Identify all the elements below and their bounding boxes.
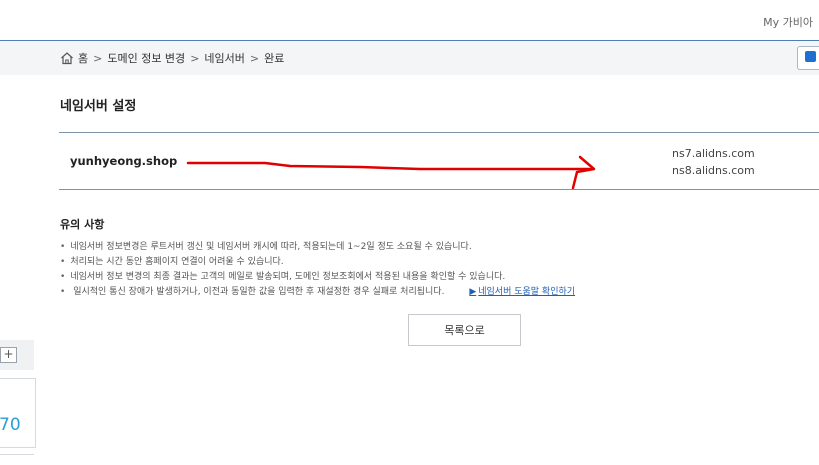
my-gabia-link[interactable]: My 가비아 bbox=[763, 14, 813, 30]
domain-name: yunhyeong.shop bbox=[70, 154, 178, 168]
breadcrumb-item-nameserver[interactable]: 네임서버 bbox=[204, 50, 244, 66]
page-title: 네임서버 설정 bbox=[60, 99, 137, 114]
top-bar: My 가비아 bbox=[0, 0, 819, 41]
nameserver-2: ns8.alidns.com bbox=[672, 164, 755, 177]
breadcrumb: 홈 > 도메인 정보 변경 > 네임서버 > 완료 bbox=[60, 50, 284, 66]
sidebar-plus-panel: + bbox=[0, 340, 34, 370]
corner-checkbox-button[interactable] bbox=[797, 46, 819, 70]
notice-item: 네임서버 정보변경은 루트서버 갱신 및 네임서버 캐시에 따라, 적용되는데 … bbox=[60, 240, 575, 255]
breadcrumb-separator: > bbox=[93, 51, 103, 65]
breadcrumb-separator: > bbox=[249, 51, 260, 65]
notice-item: 네임서버 정보 변경의 최종 결과는 고객의 메일로 발송되며, 도메인 정보조… bbox=[60, 270, 575, 285]
nameserver-help-link[interactable]: ▶ 네임서버 도움말 확인하기 bbox=[469, 287, 575, 297]
breadcrumb-separator: > bbox=[190, 51, 200, 65]
notice-item: 처리되는 시간 동안 홈페이지 연결이 어려울 수 있습니다. bbox=[60, 255, 575, 270]
notice-item-text: 일시적인 통신 장애가 발생하거나, 이전과 동일한 값을 입력한 후 재설정한… bbox=[73, 287, 445, 297]
nameserver-1: ns7.alidns.com bbox=[672, 147, 755, 160]
notice-item-text: 네임서버 정보변경은 루트서버 갱신 및 네임서버 캐시에 따라, 적용되는데 … bbox=[70, 242, 472, 252]
notice-title: 유의 사항 bbox=[60, 218, 105, 231]
help-link-label: 네임서버 도움말 확인하기 bbox=[478, 287, 576, 297]
checkbox-icon bbox=[805, 51, 816, 62]
home-icon[interactable] bbox=[60, 51, 74, 65]
notice-item-text: 네임서버 정보 변경의 최종 결과는 고객의 메일로 발송되며, 도메인 정보조… bbox=[70, 272, 506, 282]
triangle-right-icon: ▶ bbox=[469, 287, 477, 297]
breadcrumb-item-domain-info-change[interactable]: 도메인 정보 변경 bbox=[107, 50, 185, 66]
notice-item-text: 처리되는 시간 동안 홈페이지 연결이 어려울 수 있습니다. bbox=[70, 257, 284, 267]
plus-icon[interactable]: + bbox=[0, 347, 17, 363]
breadcrumb-item-home[interactable]: 홈 bbox=[78, 50, 88, 66]
sidebar-bottom-edge bbox=[0, 454, 34, 465]
sidebar-card[interactable]: 70 bbox=[0, 378, 36, 448]
breadcrumb-item-complete: 완료 bbox=[264, 52, 285, 65]
notice-list: 네임서버 정보변경은 루트서버 갱신 및 네임서버 캐시에 따라, 적용되는데 … bbox=[60, 240, 575, 300]
back-to-list-button[interactable]: 목록으로 bbox=[408, 314, 521, 346]
red-arrow-annotation-icon bbox=[186, 155, 596, 190]
sidebar-card-number: 70 bbox=[0, 415, 21, 435]
notice-item: 일시적인 통신 장애가 발생하거나, 이전과 동일한 값을 입력한 후 재설정한… bbox=[60, 285, 575, 300]
divider-top bbox=[59, 132, 819, 133]
